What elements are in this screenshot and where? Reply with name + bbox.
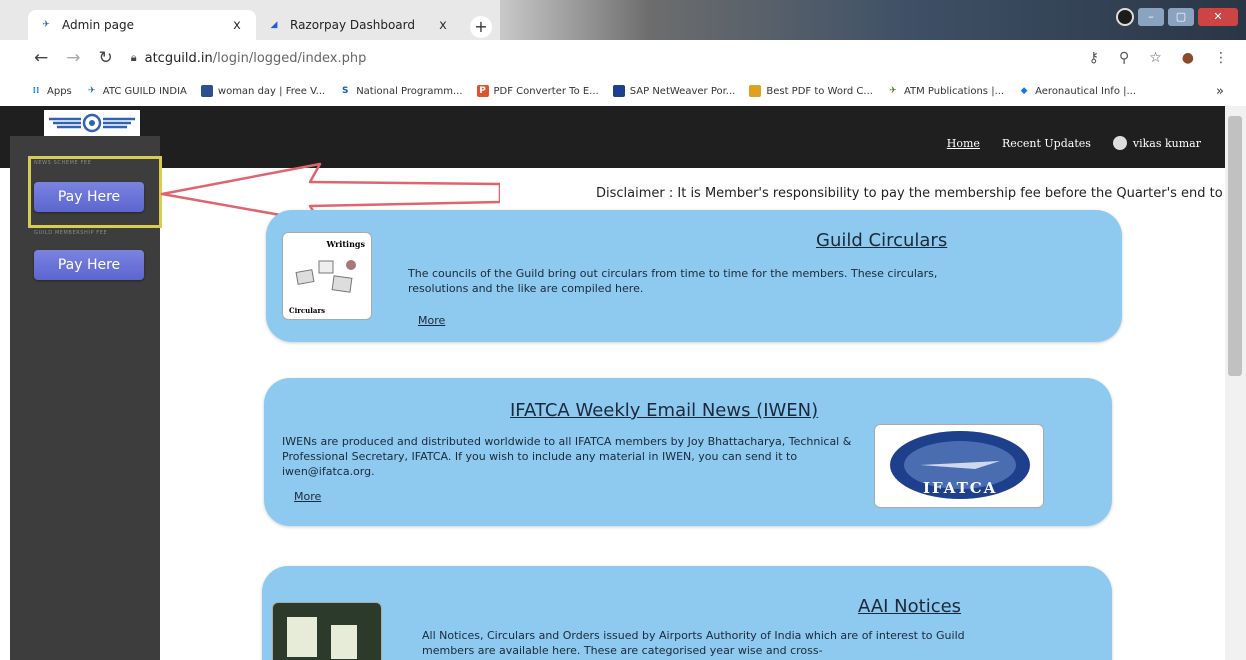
extension-icon[interactable]: ● — [1182, 50, 1194, 66]
maximize-button[interactable]: ▢ — [1168, 8, 1194, 26]
sidebar-section-label: GUILD MEMBERSHIP FEE — [34, 230, 108, 236]
profile-icon[interactable] — [1116, 8, 1134, 26]
iwen-title[interactable]: IFATCA Weekly Email News (IWEN) — [510, 400, 818, 421]
guild-wings-logo-icon — [49, 113, 135, 133]
bookmark-national-programme[interactable]: S National Programm... — [339, 85, 463, 97]
back-arrow-icon[interactable]: ← — [34, 48, 48, 68]
aai-notices-thumbnail — [272, 602, 382, 660]
scrollbar-thumb[interactable] — [1228, 116, 1242, 376]
aai-notices-title[interactable]: AAI Notices — [858, 596, 961, 617]
user-name: vikas kumar — [1132, 136, 1201, 150]
sap-icon — [612, 85, 625, 97]
guild-circulars-description: The councils of the Guild bring out circ… — [408, 267, 938, 295]
razorpay-favicon: ◢ — [270, 20, 278, 30]
reload-icon[interactable]: ↻ — [99, 48, 113, 68]
iwen-more-link[interactable]: More — [294, 490, 321, 503]
window-titlebar: – ▢ ✕ — [500, 0, 1246, 42]
page-content: Home Recent Updates vikas kumar NEWS SCH… — [0, 106, 1246, 660]
page-scrollbar[interactable] — [1225, 106, 1246, 660]
bookmark-label: SAP NetWeaver Por... — [629, 85, 736, 97]
ifatca-wordmark: IFATCA — [923, 479, 998, 497]
address-bar: ← → ↻ 🔒︎ atcguild.in/login/logged/index.… — [0, 40, 1246, 76]
tab-razorpay-dashboard[interactable]: ◢ Razorpay Dashboard x — [256, 10, 462, 40]
aero-info-icon: ◆ — [1020, 86, 1028, 96]
forward-arrow-icon[interactable]: → — [66, 48, 80, 68]
papers-illustration-icon — [295, 260, 356, 293]
pdf-word-icon — [749, 85, 762, 97]
browser-tab-strip: ✈ Admin page x ◢ Razorpay Dashboard x + … — [0, 0, 1246, 42]
iwen-description: IWENs are produced and distributed world… — [282, 435, 852, 478]
bookmark-label: PDF Converter To E... — [493, 85, 599, 97]
thumbnail-caption: Circulars — [289, 306, 326, 315]
user-avatar-icon — [1112, 136, 1127, 150]
close-tab-icon[interactable]: x — [228, 18, 246, 33]
pay-here-button-2[interactable]: Pay Here — [34, 250, 144, 280]
zoom-icon[interactable]: ⚲ — [1119, 50, 1129, 66]
iwen-card: IFATCA Weekly Email News (IWEN) IWENs ar… — [264, 378, 1112, 526]
menu-kebab-icon[interactable]: ⋮ — [1214, 50, 1228, 66]
bookmark-pdf-converter[interactable]: P PDF Converter To E... — [476, 85, 599, 97]
url-field[interactable]: atcguild.in/login/logged/index.php — [145, 51, 367, 66]
url-host: atcguild.in — [144, 50, 213, 66]
close-tab-icon[interactable]: x — [434, 18, 452, 33]
bookmarks-bar: ⁞⁞ Apps ✈ ATC GUILD INDIA woman day | Fr… — [0, 76, 1246, 106]
user-menu[interactable]: vikas kumar — [1112, 136, 1201, 150]
bookmark-label: Apps — [47, 85, 72, 97]
photo-site-icon — [200, 85, 213, 97]
lock-icon[interactable]: 🔒︎ — [131, 51, 137, 65]
site-logo[interactable] — [44, 110, 140, 136]
bookmark-label: ATC GUILD INDIA — [102, 85, 187, 97]
bookmark-label: National Programm... — [356, 85, 463, 97]
tab-admin-page[interactable]: ✈ Admin page x — [28, 10, 256, 40]
atm-icon: ✈ — [889, 86, 897, 96]
site-header: Home Recent Updates vikas kumar — [0, 106, 1225, 168]
bookmark-apps[interactable]: ⁞⁞ Apps — [30, 85, 72, 97]
guild-circulars-more-link[interactable]: More — [418, 314, 445, 327]
close-window-button[interactable]: ✕ — [1198, 8, 1238, 26]
header-nav: Home Recent Updates vikas kumar — [947, 136, 1201, 150]
url-path: /login/logged/index.php — [212, 50, 367, 66]
s-site-icon: S — [341, 86, 349, 96]
key-icon[interactable]: ⚷ — [1089, 50, 1099, 66]
new-tab-button[interactable]: + — [470, 16, 492, 38]
nav-home-link[interactable]: Home — [947, 137, 980, 150]
ifatca-logo: IFATCA — [874, 424, 1044, 508]
bookmark-label: Aeronautical Info |... — [1035, 85, 1137, 97]
apps-grid-icon: ⁞⁞ — [32, 86, 40, 96]
guild-circulars-title[interactable]: Guild Circulars — [816, 230, 947, 251]
bookmark-best-pdf-to-word[interactable]: Best PDF to Word C... — [749, 85, 873, 97]
bookmark-label: woman day | Free V... — [217, 85, 326, 97]
tab-title: Admin page — [62, 18, 135, 32]
pay-here-button-1[interactable]: Pay Here — [34, 182, 144, 212]
tab-title: Razorpay Dashboard — [290, 18, 415, 32]
guild-circulars-card: Writings Circulars Guild Circulars The c… — [266, 210, 1122, 342]
atc-guild-favicon: ✈ — [87, 86, 96, 96]
atc-guild-favicon: ✈ — [42, 20, 50, 30]
bookmark-label: Best PDF to Word C... — [766, 85, 873, 97]
bookmark-label: ATM Publications |... — [903, 85, 1005, 97]
bookmark-atm-publications[interactable]: ✈ ATM Publications |... — [887, 85, 1004, 97]
bookmark-aeronautical-info[interactable]: ◆ Aeronautical Info |... — [1018, 85, 1136, 97]
thumbnail-caption: Writings — [326, 239, 365, 249]
sidebar-section-label: NEWS SCHEME FEE — [34, 160, 92, 166]
bookmarks-overflow-icon[interactable]: » — [1216, 84, 1224, 99]
aai-notices-description: All Notices, Circulars and Orders issued… — [422, 629, 965, 657]
pdf-converter-icon: P — [476, 85, 489, 97]
circulars-thumbnail: Writings Circulars — [282, 232, 372, 320]
nav-recent-updates-link[interactable]: Recent Updates — [1002, 137, 1091, 150]
minimize-button[interactable]: – — [1138, 8, 1164, 26]
bookmark-woman-day[interactable]: woman day | Free V... — [200, 85, 326, 97]
bookmark-sap-netweaver[interactable]: SAP NetWeaver Por... — [612, 85, 736, 97]
star-icon[interactable]: ☆ — [1149, 50, 1162, 66]
bookmark-atc-guild[interactable]: ✈ ATC GUILD INDIA — [86, 85, 187, 97]
disclaimer-text: Disclaimer : It is Member's responsibili… — [596, 186, 1223, 201]
aai-notices-card: AAI Notices All Notices, Circulars and O… — [262, 566, 1112, 660]
